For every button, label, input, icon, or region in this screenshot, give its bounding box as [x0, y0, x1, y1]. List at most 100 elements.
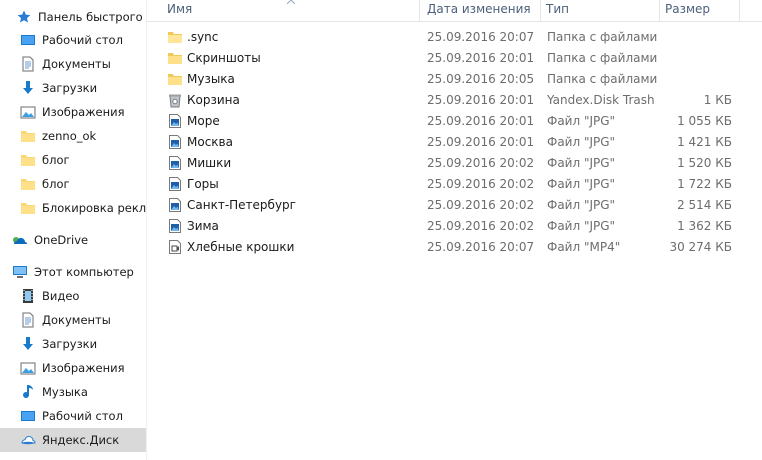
file-row[interactable]: Зима 25.09.2016 20:02 Файл "JPG" 1 362 К… — [147, 216, 762, 237]
nav-item-music[interactable]: Музыка — [0, 380, 146, 404]
column-size[interactable]: Размер — [659, 0, 739, 21]
nav-item-label: Блокировка рекла — [42, 201, 146, 215]
file-row[interactable]: Санкт-Петербург 25.09.2016 20:02 Файл "J… — [147, 195, 762, 216]
nav-item-documents[interactable]: Документы — [0, 52, 146, 76]
video-icon — [20, 288, 36, 304]
file-size: 1 421 КБ — [677, 135, 732, 149]
file-date: 25.09.2016 20:05 — [427, 72, 535, 86]
folder-icon — [20, 128, 36, 144]
file-name: Музыка — [187, 72, 235, 86]
yandex-disk-icon — [20, 432, 36, 448]
file-row[interactable]: Скриншоты 25.09.2016 20:01 Папка с файла… — [147, 48, 762, 69]
onedrive-icon — [12, 232, 28, 248]
nav-item-zenno-ok[interactable]: zenno_ok — [0, 124, 146, 148]
file-row[interactable]: Хлебные крошки 25.09.2016 20:07 Файл "MP… — [147, 237, 762, 258]
file-type: Файл "JPG" — [547, 135, 616, 149]
nav-item-pc-pictures[interactable]: Изображения — [0, 356, 146, 380]
nav-item-label: Панель быстрого до — [38, 10, 146, 24]
nav-item-yandex-disk[interactable]: Яндекс.Диск — [0, 428, 146, 452]
file-date: 25.09.2016 20:01 — [427, 135, 535, 149]
nav-item-label: zenno_ok — [42, 129, 97, 143]
file-type: Файл "JPG" — [547, 114, 616, 128]
file-type: Yandex.Disk Trash — [547, 93, 655, 107]
file-date: 25.09.2016 20:07 — [427, 240, 535, 254]
nav-item-label: блог — [42, 153, 70, 167]
file-size — [662, 69, 732, 90]
column-type[interactable]: Тип — [540, 0, 658, 21]
image-file-icon — [167, 197, 183, 213]
nav-item-label: Яндекс.Диск — [42, 433, 120, 447]
folder-icon — [20, 176, 36, 192]
file-size — [662, 27, 732, 48]
file-name: Москва — [187, 135, 233, 149]
nav-this-pc[interactable]: Этот компьютер — [0, 260, 146, 284]
file-row[interactable]: Корзина 25.09.2016 20:01 Yandex.Disk Tra… — [147, 90, 762, 111]
downloads-icon — [20, 336, 36, 352]
file-type: Папка с файлами — [547, 30, 658, 44]
column-date[interactable]: Дата изменения — [421, 0, 541, 21]
nav-item-label: Изображения — [42, 361, 125, 375]
navigation-pane: Панель быстрого до Рабочий стол Документ… — [0, 0, 146, 460]
file-type: Файл "JPG" — [547, 219, 616, 233]
video-file-icon — [167, 239, 183, 255]
file-name: Мишки — [187, 156, 232, 170]
downloads-icon — [20, 80, 36, 96]
file-date: 25.09.2016 20:01 — [427, 114, 535, 128]
nav-item-adblock[interactable]: Блокировка рекла — [0, 196, 146, 220]
image-file-icon — [167, 113, 183, 129]
nav-item-blog-2[interactable]: блог — [0, 172, 146, 196]
column-name[interactable]: Имя — [161, 0, 416, 21]
file-name: Горы — [187, 177, 219, 191]
nav-item-label: Загрузки — [42, 337, 98, 351]
file-size: 1 722 КБ — [677, 177, 732, 191]
column-divider[interactable] — [419, 0, 420, 21]
file-type: Папка с файлами — [547, 72, 658, 86]
file-row[interactable]: Море 25.09.2016 20:01 Файл "JPG" 1 055 К… — [147, 111, 762, 132]
nav-item-pictures[interactable]: Изображения — [0, 100, 146, 124]
pictures-icon — [20, 360, 36, 376]
nav-item-label: блог — [42, 177, 70, 191]
nav-item-label: OneDrive — [34, 233, 89, 247]
file-row[interactable]: Москва 25.09.2016 20:01 Файл "JPG" 1 421… — [147, 132, 762, 153]
nav-item-downloads[interactable]: Загрузки — [0, 76, 146, 100]
file-row[interactable]: .sync 25.09.2016 20:07 Папка с файлами — [147, 27, 762, 48]
file-row[interactable]: Музыка 25.09.2016 20:05 Папка с файлами — [147, 69, 762, 90]
nav-item-blog[interactable]: блог — [0, 148, 146, 172]
file-name: Скриншоты — [187, 51, 261, 65]
folder-icon — [167, 50, 183, 66]
nav-item-label: Музыка — [42, 385, 88, 399]
nav-item-label: Видео — [42, 289, 80, 303]
file-date: 25.09.2016 20:02 — [427, 219, 535, 233]
file-type: Файл "JPG" — [547, 198, 616, 212]
file-date: 25.09.2016 20:02 — [427, 156, 535, 170]
file-type: Файл "MP4" — [547, 240, 621, 254]
folder-icon — [167, 29, 183, 45]
pictures-icon — [20, 104, 36, 120]
file-row[interactable]: Горы 25.09.2016 20:02 Файл "JPG" 1 722 К… — [147, 174, 762, 195]
nav-onedrive[interactable]: OneDrive — [0, 228, 146, 252]
nav-item-pc-documents[interactable]: Документы — [0, 308, 146, 332]
column-divider[interactable] — [739, 0, 740, 21]
image-file-icon — [167, 218, 183, 234]
nav-quick-access[interactable]: Панель быстрого до — [0, 5, 146, 29]
image-file-icon — [167, 134, 183, 150]
file-type: Папка с файлами — [547, 51, 658, 65]
nav-item-partial — [0, 452, 146, 460]
file-size — [662, 48, 732, 69]
nav-item-label: Рабочий стол — [42, 33, 123, 47]
nav-item-label: Загрузки — [42, 81, 98, 95]
file-name: Хлебные крошки — [187, 240, 295, 254]
nav-item-label: Рабочий стол — [42, 409, 123, 423]
file-size: 1 362 КБ — [677, 219, 732, 233]
column-header: Имя Дата изменения Тип Размер — [147, 0, 762, 22]
nav-item-pc-desktop[interactable]: Рабочий стол — [0, 404, 146, 428]
nav-item-pc-downloads[interactable]: Загрузки — [0, 332, 146, 356]
nav-item-video[interactable]: Видео — [0, 284, 146, 308]
file-list-pane: Имя Дата изменения Тип Размер .sync 25.0… — [147, 0, 762, 460]
file-name: .sync — [187, 30, 219, 44]
file-name: Зима — [187, 219, 219, 233]
file-row[interactable]: Мишки 25.09.2016 20:02 Файл "JPG" 1 520 … — [147, 153, 762, 174]
nav-item-desktop[interactable]: Рабочий стол — [0, 28, 146, 52]
desktop-icon — [20, 32, 36, 48]
file-size: 1 КБ — [703, 93, 732, 107]
